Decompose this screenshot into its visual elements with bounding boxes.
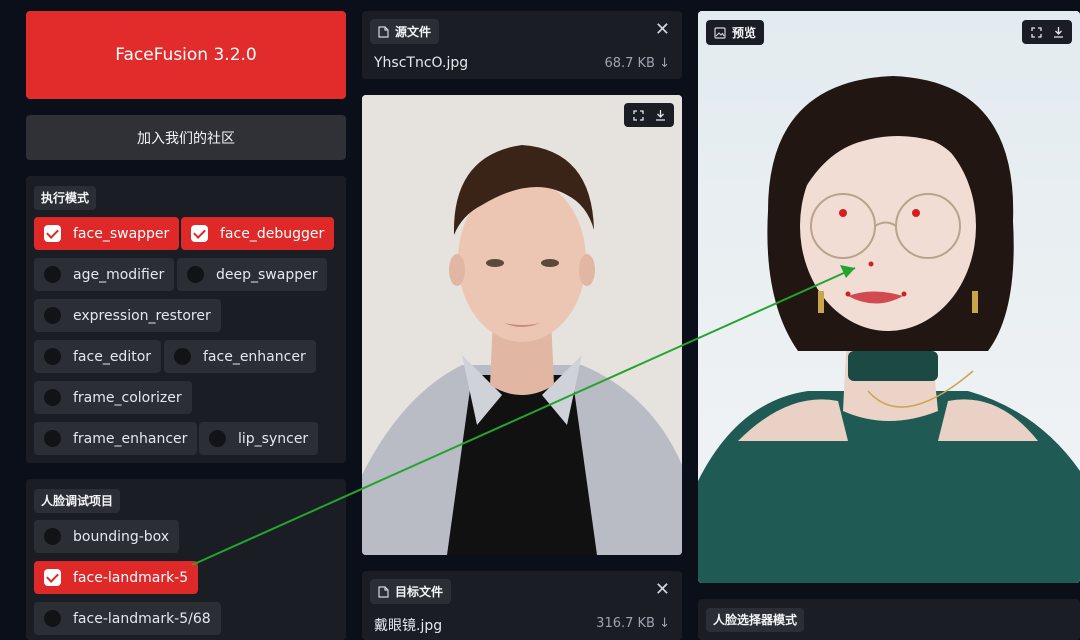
preview-portrait <box>698 11 1080 583</box>
face-debugger-items-group: 人脸调试项目 bounding-box face-landmark-5 face… <box>26 479 346 640</box>
fullscreen-icon[interactable] <box>628 106 648 124</box>
download-icon[interactable] <box>1048 23 1068 41</box>
processor-label: age_modifier <box>73 266 165 283</box>
file-icon <box>378 585 389 598</box>
processor-face-debugger[interactable]: face_debugger <box>181 217 335 250</box>
debug-item-face-landmark-5-68[interactable]: face-landmark-5/68 <box>34 602 221 635</box>
preview-label: 预览 <box>732 26 757 40</box>
preview-tag: 预览 <box>706 20 765 45</box>
join-community-label: 加入我们的社区 <box>137 130 235 147</box>
processor-label: face_swapper <box>73 225 170 242</box>
processor-label: deep_swapper <box>216 266 318 283</box>
app-title: FaceFusion 3.2.0 <box>115 45 257 65</box>
processor-deep-swapper[interactable]: deep_swapper <box>177 258 328 291</box>
source-file-tag: 源文件 <box>370 19 440 44</box>
fullscreen-icon[interactable] <box>1026 23 1046 41</box>
radio-icon <box>209 430 226 447</box>
processor-label: expression_restorer <box>73 307 211 324</box>
source-image-toolbar <box>624 103 674 127</box>
debug-item-face-landmark-5[interactable]: face-landmark-5 <box>34 561 199 594</box>
preview-toolbar <box>1022 20 1072 44</box>
app-title-banner: FaceFusion 3.2.0 <box>26 11 346 99</box>
checkbox-icon <box>44 569 61 586</box>
processors-group: 执行模式 face_swapper face_debugger age_modi… <box>26 176 346 463</box>
processor-frame-colorizer[interactable]: frame_colorizer <box>34 381 192 414</box>
processor-label: lip_syncer <box>238 430 309 447</box>
processor-age-modifier[interactable]: age_modifier <box>34 258 175 291</box>
source-image <box>362 95 682 555</box>
radio-icon <box>44 348 61 365</box>
radio-icon <box>174 348 191 365</box>
processor-label: face_debugger <box>220 225 325 242</box>
processor-label: face_enhancer <box>203 348 306 365</box>
preview-image: 预览 <box>698 11 1080 583</box>
radio-icon <box>44 266 61 283</box>
radio-icon <box>44 528 61 545</box>
image-icon <box>714 26 726 39</box>
source-file-panel: 源文件 ✕ YhscTncO.jpg 68.7 KB ↓ <box>362 11 682 79</box>
processor-face-swapper[interactable]: face_swapper <box>34 217 180 250</box>
radio-icon <box>44 610 61 627</box>
file-icon <box>378 25 389 38</box>
target-filesize[interactable]: 316.7 KB ↓ <box>596 616 670 631</box>
processor-lip-syncer[interactable]: lip_syncer <box>199 422 319 455</box>
processor-expression-restorer[interactable]: expression_restorer <box>34 299 221 332</box>
processor-frame-enhancer[interactable]: frame_enhancer <box>34 422 198 455</box>
radio-icon <box>44 430 61 447</box>
target-label: 目标文件 <box>395 585 444 599</box>
source-filesize[interactable]: 68.7 KB ↓ <box>604 56 670 71</box>
join-community-button[interactable]: 加入我们的社区 <box>26 115 346 160</box>
target-file-tag: 目标文件 <box>370 579 452 604</box>
processor-face-editor[interactable]: face_editor <box>34 340 162 373</box>
face-selector-panel: 人脸选择器模式 <box>698 599 1080 640</box>
source-filename[interactable]: YhscTncO.jpg <box>374 55 468 71</box>
source-portrait <box>362 95 682 555</box>
debug-item-label: bounding-box <box>73 528 170 545</box>
debugger-items-label: 人脸调试项目 <box>34 489 121 513</box>
checkbox-icon <box>44 225 61 242</box>
download-icon[interactable] <box>650 106 670 124</box>
radio-icon <box>187 266 204 283</box>
processor-label: frame_enhancer <box>73 430 188 447</box>
processor-label: face_editor <box>73 348 152 365</box>
processors-label: 执行模式 <box>34 186 97 210</box>
close-icon[interactable]: ✕ <box>655 19 670 40</box>
debug-item-label: face-landmark-5 <box>73 569 189 586</box>
debug-item-bounding-box[interactable]: bounding-box <box>34 520 180 553</box>
processor-face-enhancer[interactable]: face_enhancer <box>164 340 316 373</box>
processor-label: frame_colorizer <box>73 389 182 406</box>
face-selector-label: 人脸选择器模式 <box>706 608 805 632</box>
source-label: 源文件 <box>395 25 432 39</box>
radio-icon <box>44 307 61 324</box>
close-icon[interactable]: ✕ <box>655 579 670 600</box>
checkbox-icon <box>191 225 208 242</box>
target-filename[interactable]: 戴眼镜.jpg <box>374 615 442 635</box>
radio-icon <box>44 389 61 406</box>
target-file-panel: 目标文件 ✕ 戴眼镜.jpg 316.7 KB ↓ <box>362 571 682 640</box>
debug-item-label: face-landmark-5/68 <box>73 610 211 627</box>
